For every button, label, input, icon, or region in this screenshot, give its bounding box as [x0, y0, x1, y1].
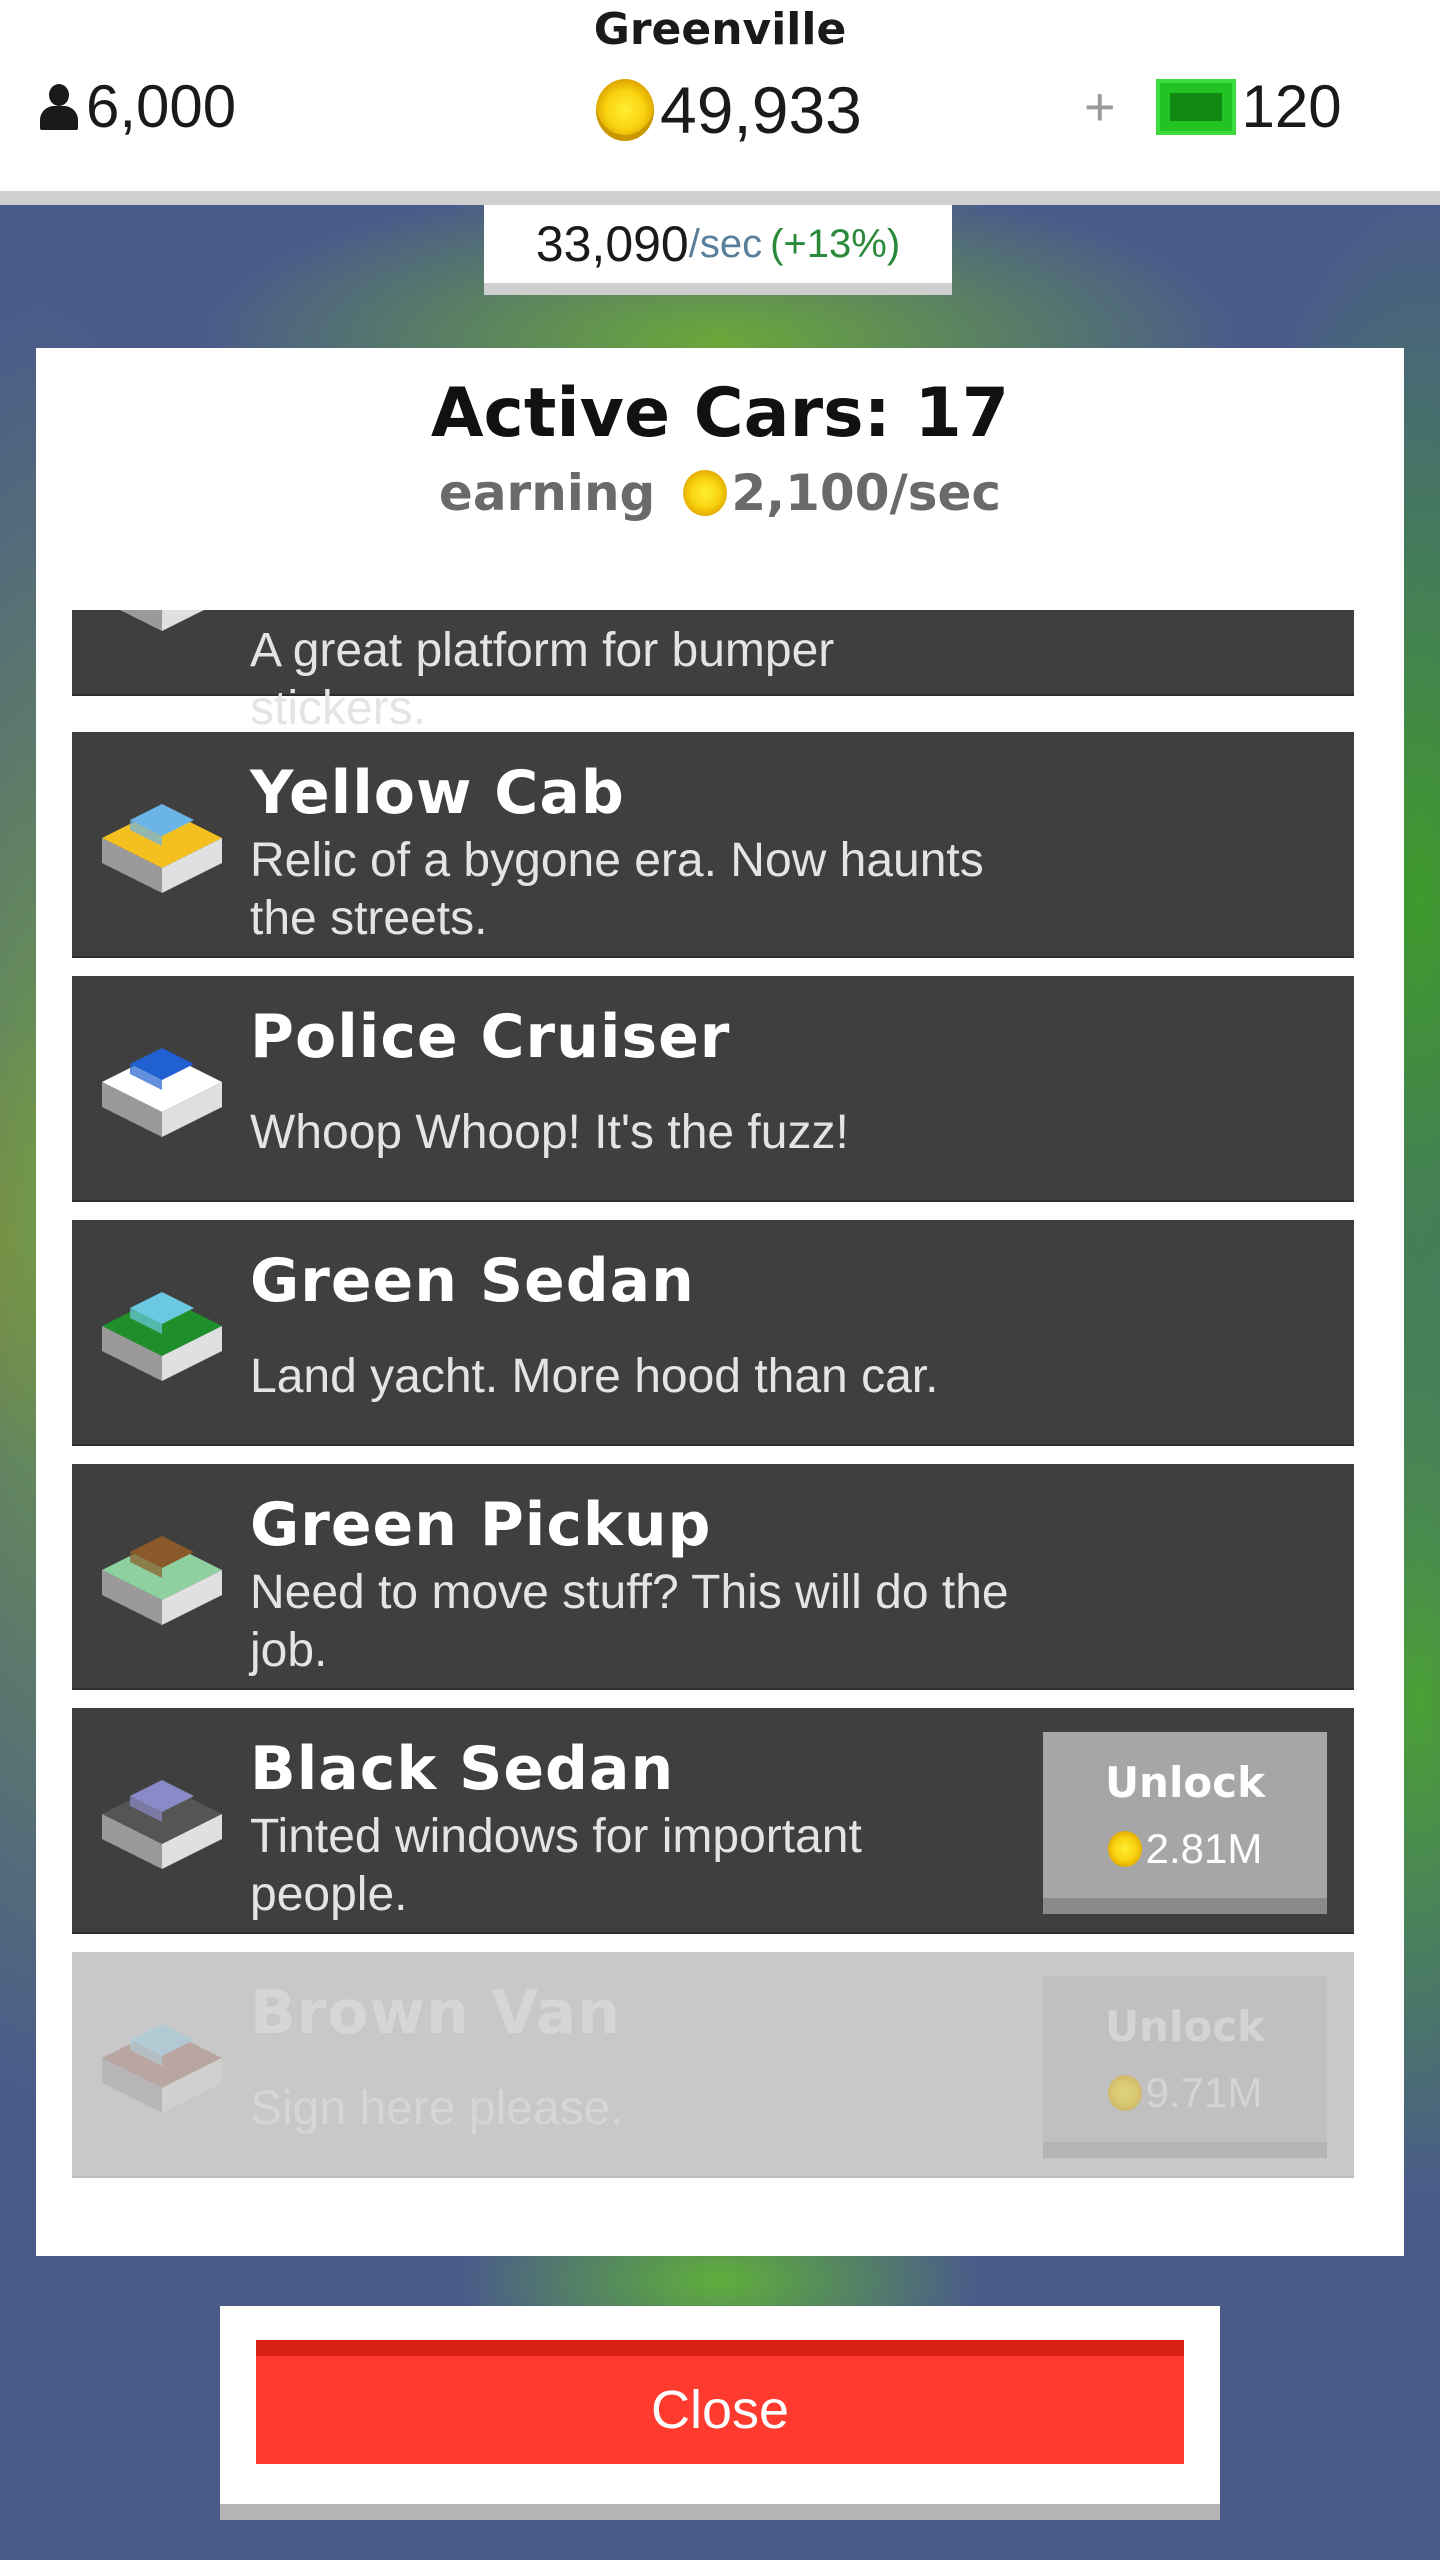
car-description: Land yacht. More hood than car. — [250, 1350, 939, 1403]
green-pickup-icon — [102, 1536, 222, 1625]
cash-value: 120 — [1241, 73, 1342, 140]
earning-value: 2,100/sec — [731, 464, 1002, 522]
car-row[interactable]: Black Sedan Tinted windows for important … — [72, 1708, 1354, 1934]
income-rate-tab: 33,090 /sec (+13%) — [484, 205, 952, 295]
car-name: Green Pickup — [250, 1490, 712, 1560]
top-bar: Greenville 6,000 49,933 + 120 — [0, 0, 1440, 205]
car-row[interactable]: Yellow Cab Relic of a bygone era. Now hau… — [72, 732, 1354, 958]
person-icon — [38, 82, 80, 132]
car-name: Police Cruiser — [250, 1002, 731, 1072]
population-value: 6,000 — [86, 73, 237, 140]
coins-value: 49,933 — [660, 73, 862, 147]
car-name: Brown Van — [250, 1978, 621, 2048]
rate-bonus: (+13%) — [770, 221, 901, 266]
earning-line: earning 2,100/sec — [36, 464, 1404, 522]
coin-icon — [1107, 1830, 1142, 1867]
car-description: A great platform for bumper stickers. — [250, 624, 835, 735]
car-description: Whoop Whoop! It's the fuzz! — [250, 1106, 849, 1159]
green-sedan-icon — [102, 1292, 222, 1381]
car-description: Tinted windows for important people. — [250, 1810, 862, 1921]
coin-icon — [683, 470, 728, 516]
coin-icon — [1107, 2074, 1142, 2111]
cost-value: 2.81M — [1145, 1824, 1263, 1872]
sedan-car-icon — [120, 610, 204, 631]
close-frame: Close — [220, 2306, 1220, 2520]
coin-icon — [596, 79, 654, 141]
unlock-cost: 2.81M — [1107, 1824, 1263, 1873]
cost-value: 9.71M — [1145, 2068, 1263, 2116]
city-name: Greenville — [593, 4, 847, 55]
black-sedan-icon — [102, 1780, 222, 1869]
car-name: Green Sedan — [250, 1246, 695, 1316]
car-description: Relic of a bygone era. Now haunts the st… — [250, 834, 984, 945]
car-row[interactable]: A great platform for bumper stickers. — [72, 610, 1354, 735]
car-description: Need to move stuff? This will do the job… — [250, 1566, 1009, 1677]
yellow-cab-icon — [102, 804, 222, 893]
unlock-label: Unlock — [1104, 1757, 1266, 1807]
unlock-button[interactable]: Unlock 2.81M — [1043, 1732, 1327, 1914]
car-name: Black Sedan — [250, 1734, 675, 1804]
car-row[interactable]: Brown Van Sign here please. Unlock 9.71M — [72, 1952, 1354, 2178]
car-description: Sign here please. — [250, 2082, 624, 2135]
unlock-cost: 9.71M — [1107, 2068, 1263, 2117]
car-list[interactable]: A great platform for bumper stickers. Yel… — [72, 610, 1354, 2550]
rate-value: 33,090 — [535, 216, 689, 272]
car-name: Yellow Cab — [250, 758, 625, 828]
population-stat: 6,000 — [38, 72, 236, 141]
coins-stat: 49,933 — [596, 72, 862, 148]
cash-stat[interactable]: + 120 — [1084, 72, 1342, 141]
earning-label: earning — [438, 464, 656, 522]
unlock-label: Unlock — [1104, 2001, 1266, 2051]
rate-unit: /sec — [688, 221, 763, 266]
car-row[interactable]: Police Cruiser Whoop Whoop! It's the fuzz… — [72, 976, 1354, 1202]
cash-icon — [1155, 78, 1236, 135]
add-cash-button[interactable]: + — [1084, 76, 1116, 138]
police-cruiser-icon — [102, 1048, 222, 1137]
car-row[interactable]: Green Sedan Land yacht. More hood than ca… — [72, 1220, 1354, 1446]
brown-van-icon — [102, 2024, 222, 2113]
unlock-button[interactable]: Unlock 9.71M — [1043, 1976, 1327, 2158]
close-button[interactable]: Close — [256, 2340, 1184, 2464]
car-row[interactable]: Green Pickup Need to move stuff? This wil… — [72, 1464, 1354, 1690]
active-cars-panel: Active Cars: 17 earning 2,100/sec A grea… — [36, 348, 1404, 2256]
panel-title: Active Cars: 17 — [430, 374, 1010, 453]
